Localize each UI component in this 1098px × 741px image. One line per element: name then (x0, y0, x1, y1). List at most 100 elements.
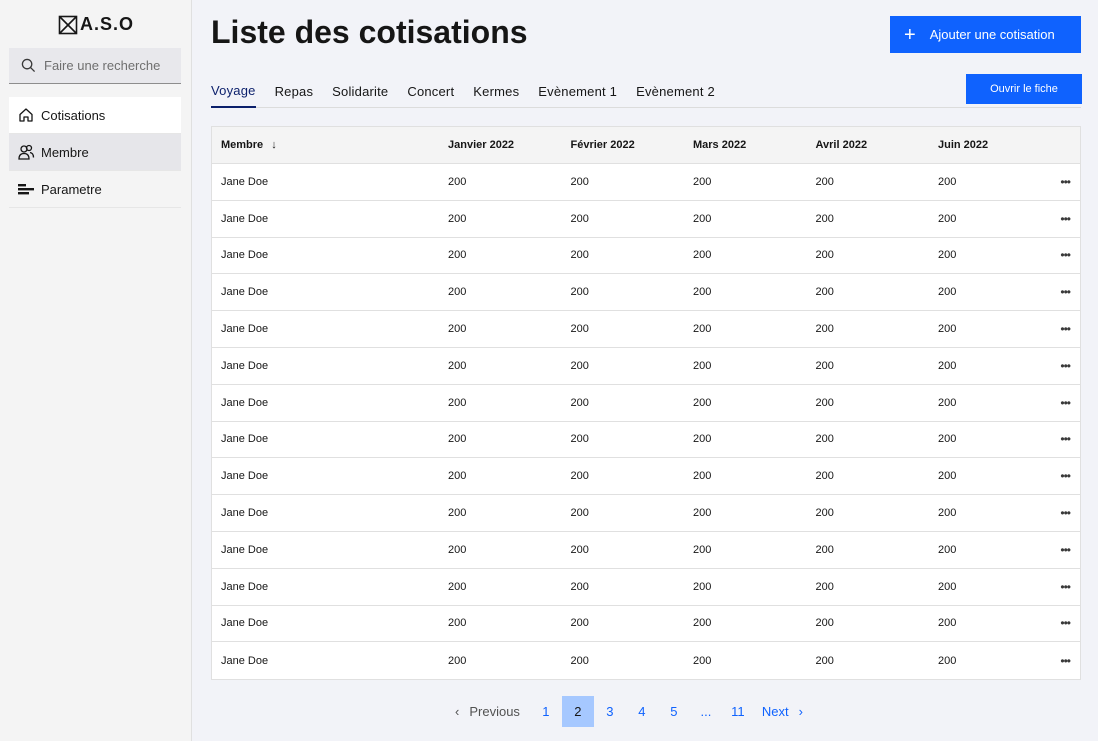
search-input[interactable]: Faire une recherche (9, 48, 181, 84)
tab-repas[interactable]: Repas (275, 74, 314, 108)
amount-cell: 200 (570, 359, 589, 372)
amount-cell: 200 (448, 543, 467, 556)
amount-cell: 200 (448, 470, 467, 483)
sidebar-nav: Cotisations Membre Parametre (9, 97, 181, 208)
sidebar-item-label: Cotisations (41, 107, 106, 123)
page-button[interactable]: 5 (658, 696, 690, 727)
tab-kermes[interactable]: Kermes (473, 74, 519, 108)
users-icon (18, 144, 35, 160)
overflow-menu-icon[interactable]: ••• (1048, 543, 1080, 557)
column-label: Membre (221, 139, 264, 151)
overflow-menu-icon[interactable]: ••• (1048, 469, 1080, 483)
table-row[interactable]: Jane Doe 200 200 200 200 200 ••• (212, 532, 1080, 569)
overflow-menu-icon[interactable]: ••• (1048, 322, 1080, 336)
page-button-current[interactable]: 2 (561, 696, 594, 727)
next-label: Next (761, 704, 789, 719)
amount-cell: 200 (570, 396, 589, 409)
amount-cell: 200 (448, 286, 467, 299)
page-button[interactable]: 4 (626, 696, 658, 727)
overflow-menu-icon[interactable]: ••• (1048, 175, 1080, 189)
column-header-membre[interactable]: Membre ↓ (212, 139, 448, 151)
tab-evenement-2[interactable]: Evènement 2 (636, 74, 715, 108)
amount-cell: 200 (815, 396, 834, 409)
sidebar-item-cotisations[interactable]: Cotisations (9, 97, 181, 134)
amount-cell: 200 (815, 249, 834, 262)
tab-concert[interactable]: Concert (407, 74, 454, 108)
amount-cell: 200 (815, 543, 834, 556)
add-cotisation-label: Ajouter une cotisation (929, 27, 1055, 42)
overflow-menu-icon[interactable]: ••• (1048, 359, 1080, 373)
amount-cell: 200 (448, 396, 467, 409)
amount-cell: 200 (938, 175, 957, 188)
table-row[interactable]: Jane Doe 200 200 200 200 200 ••• (212, 422, 1080, 459)
table-row[interactable]: Jane Doe 200 200 200 200 200 ••• (212, 495, 1080, 532)
tab-solidarite[interactable]: Solidarite (332, 74, 388, 108)
table-row[interactable]: Jane Doe 200 200 200 200 200 ••• (212, 164, 1080, 201)
page-button[interactable]: 3 (594, 696, 626, 727)
tab-evenement-1[interactable]: Evènement 1 (538, 74, 617, 108)
overflow-menu-icon[interactable]: ••• (1048, 654, 1080, 668)
amount-cell: 200 (938, 249, 957, 262)
column-header: Mars 2022 (693, 139, 747, 151)
amount-cell: 200 (448, 507, 467, 520)
tab-voyage[interactable]: Voyage (211, 74, 256, 108)
member-name-cell: Jane Doe (221, 175, 269, 188)
amount-cell: 200 (570, 212, 589, 225)
table-row[interactable]: Jane Doe 200 200 200 200 200 ••• (212, 274, 1080, 312)
table-row[interactable]: Jane Doe 200 200 200 200 200 ••• (212, 201, 1080, 238)
overflow-menu-icon[interactable]: ••• (1048, 616, 1080, 630)
table-row[interactable]: Jane Doe 200 200 200 200 200 ••• (212, 458, 1080, 496)
overflow-menu-icon[interactable]: ••• (1048, 285, 1080, 299)
table-row[interactable]: Jane Doe 200 200 200 200 200 ••• (212, 238, 1080, 275)
overflow-menu-icon[interactable]: ••• (1048, 506, 1080, 520)
amount-cell: 200 (570, 175, 589, 188)
column-header: Janvier 2022 (448, 139, 515, 151)
amount-cell: 200 (570, 507, 589, 520)
add-cotisation-button[interactable]: + Ajouter une cotisation (890, 16, 1081, 53)
sidebar-item-parametre[interactable]: Parametre (9, 171, 181, 208)
amount-cell: 200 (938, 470, 957, 483)
table-row[interactable]: Jane Doe 200 200 200 200 200 ••• (212, 385, 1080, 422)
page-button[interactable]: 1 (530, 696, 562, 727)
overflow-menu-icon[interactable]: ••• (1048, 580, 1080, 594)
table-row[interactable]: Jane Doe 200 200 200 200 200 ••• (212, 311, 1080, 348)
member-name-cell: Jane Doe (221, 359, 269, 372)
table-row[interactable]: Jane Doe 200 200 200 200 200 ••• (212, 606, 1080, 643)
amount-cell: 200 (693, 617, 712, 630)
amount-cell: 200 (693, 470, 712, 483)
table-row[interactable]: Jane Doe 200 200 200 200 200 ••• (212, 569, 1080, 606)
amount-cell: 200 (938, 433, 957, 446)
app-logo[interactable]: A.S.O (0, 14, 192, 35)
amount-cell: 200 (938, 543, 957, 556)
amount-cell: 200 (448, 359, 467, 372)
table-row[interactable]: Jane Doe 200 200 200 200 200 ••• (212, 348, 1080, 385)
sidebar-item-membre[interactable]: Membre (9, 134, 181, 171)
amount-cell: 200 (448, 617, 467, 630)
amount-cell: 200 (448, 654, 467, 667)
sort-down-icon: ↓ (271, 139, 277, 151)
settings-sliders-icon (18, 184, 34, 195)
table-header: Membre ↓ Janvier 2022 Février 2022 Mars 2… (212, 127, 1080, 164)
previous-page-button[interactable]: ‹ Previous (455, 696, 530, 727)
table-row[interactable]: Jane Doe 200 200 200 200 200 ••• (212, 642, 1080, 679)
plus-icon: + (904, 23, 916, 46)
amount-cell: 200 (693, 359, 712, 372)
overflow-menu-icon[interactable]: ••• (1048, 432, 1080, 446)
logo-text: A.S.O (79, 14, 134, 34)
amount-cell: 200 (815, 323, 834, 336)
open-sheet-button[interactable]: Ouvrir le fiche (966, 74, 1082, 104)
amount-cell: 200 (448, 212, 467, 225)
page-button[interactable]: 11 (722, 696, 754, 727)
amount-cell: 200 (570, 543, 589, 556)
amount-cell: 200 (570, 286, 589, 299)
overflow-menu-icon[interactable]: ••• (1048, 396, 1080, 410)
overflow-menu-icon[interactable]: ••• (1048, 212, 1080, 226)
amount-cell: 200 (815, 617, 834, 630)
overflow-menu-icon[interactable]: ••• (1048, 248, 1080, 262)
amount-cell: 200 (570, 323, 589, 336)
sidebar-item-label: Membre (41, 144, 89, 160)
cotisations-table: Membre ↓ Janvier 2022 Février 2022 Mars 2… (211, 126, 1081, 681)
next-page-button[interactable]: Next › (754, 696, 803, 727)
member-name-cell: Jane Doe (221, 286, 269, 299)
amount-cell: 200 (815, 286, 834, 299)
